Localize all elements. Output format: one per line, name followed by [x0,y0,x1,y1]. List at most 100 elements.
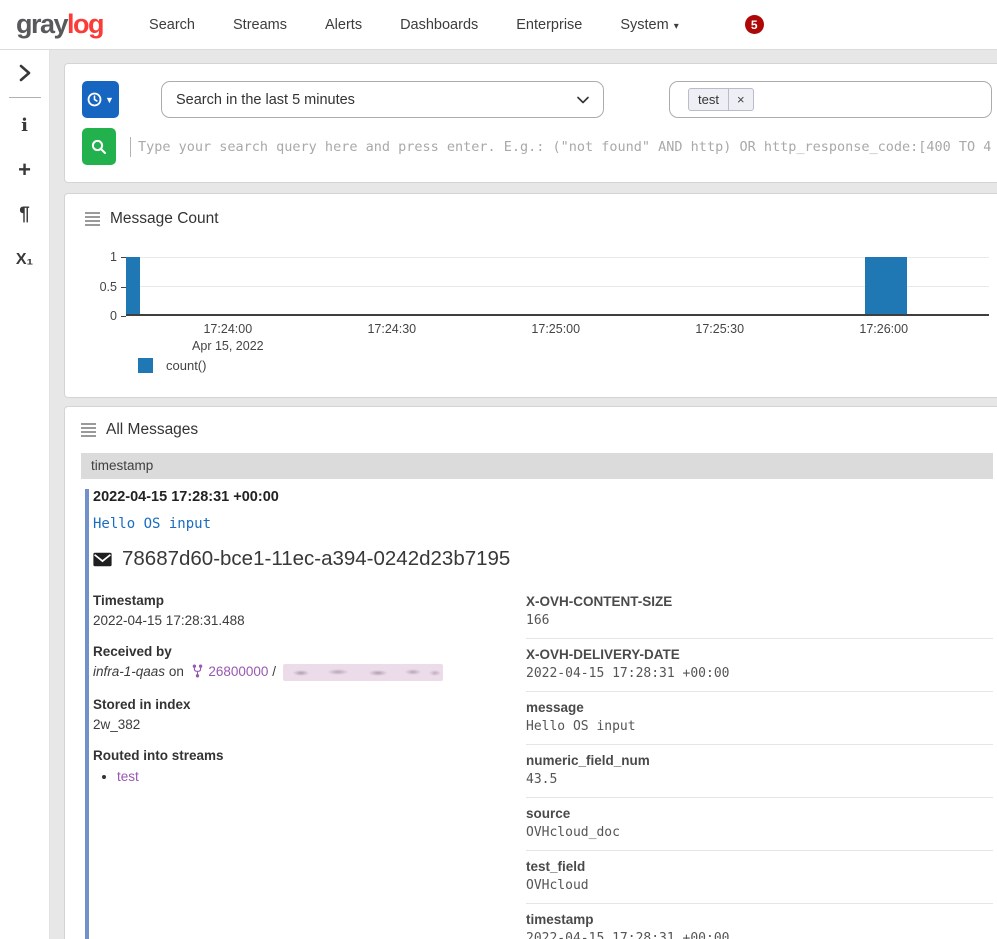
sidebar-expand-button[interactable] [8,56,42,90]
timerange-select[interactable]: Search in the last 5 minutes [161,81,604,118]
code-fork-icon [192,664,203,681]
detail-value: 2022-04-15 17:28:31.488 [93,613,502,628]
chevron-down-icon [577,96,589,104]
envelope-icon [93,552,112,567]
main-content: ▼ Search in the last 5 minutes test × [64,50,997,939]
field-block: X-OVH-DELIVERY-DATE 2022-04-15 17:28:31 +… [526,639,993,692]
chip-remove-icon[interactable]: × [729,89,753,110]
node-name: infra-1-qaas [93,664,165,679]
stream-link-test[interactable]: test [117,769,139,784]
input-link[interactable]: 26800000 [208,664,268,679]
left-sidebar: i + ¶ X₁ [0,50,50,939]
stream-filter-chip[interactable]: test × [688,88,754,111]
top-navbar: graylog Search Streams Alerts Dashboards… [0,0,997,50]
x-axis-tick-label: 17:25:00 [531,322,580,336]
field-value: 2022-04-15 17:28:31 +00:00 [526,666,993,681]
message-timestamp[interactable]: 2022-04-15 17:28:31 +00:00 [93,489,993,505]
nav-item-streams[interactable]: Streams [233,17,287,33]
chart-plot-area [126,257,989,316]
field-value: 2022-04-15 17:28:31 +00:00 [526,931,993,939]
query-input-wrap [130,137,992,157]
detail-label: Timestamp [93,593,502,608]
y-axis-tick-mark [121,316,126,317]
nav-item-enterprise[interactable]: Enterprise [516,17,582,33]
y-axis-tick-label: 1 [110,250,117,264]
nav-item-system-label: System [620,17,668,33]
search-controls-row: ▼ Search in the last 5 minutes test × [82,81,992,118]
detail-routed-streams: Routed into streams test [93,748,502,784]
chart-y-axis: 10.50 [85,257,126,316]
caret-down-icon: ▼ [105,95,114,105]
field-name[interactable]: test_field [526,859,993,874]
y-gridline [126,257,989,258]
chart-x-axis: 17:24:00Apr 15, 202217:24:3017:25:0017:2… [126,322,989,362]
field-name[interactable]: message [526,700,993,715]
drag-handle-icon[interactable] [81,423,96,437]
received-on-word: on [169,664,184,679]
field-name[interactable]: source [526,806,993,821]
field-value: 43.5 [526,772,993,787]
field-value: OVHcloud [526,878,993,893]
drag-handle-icon[interactable] [85,212,100,226]
message-details: Timestamp 2022-04-15 17:28:31.488 Receiv… [93,593,993,939]
x-axis-line [126,314,989,316]
message-id: 78687d60-bce1-11ec-a394-0242d23b7195 [122,547,510,571]
message-row[interactable]: 2022-04-15 17:28:31 +00:00 Hello OS inpu… [85,489,993,939]
info-icon: i [21,115,28,136]
field-block: source OVHcloud_doc [526,798,993,851]
nav-item-system[interactable]: System▾ [620,17,678,33]
x-axis-tick-label: 17:25:30 [695,322,744,336]
graylog-logo[interactable]: graylog [16,9,103,40]
x-axis-tick-label: 17:24:30 [367,322,416,336]
slash-separator: / [272,664,276,679]
messages-table-header-timestamp[interactable]: timestamp [81,453,993,479]
logo-text-log: log [67,9,103,39]
detail-received-by: Received by infra-1-qaas on 26800000 / [93,644,502,681]
search-query-input[interactable] [138,139,992,155]
field-name[interactable]: X-OVH-CONTENT-SIZE [526,594,993,609]
formatting-button[interactable]: ¶ [8,198,42,232]
timerange-selected-value: Search in the last 5 minutes [176,92,355,108]
stream-list-item: test [117,769,502,784]
nav-item-alerts[interactable]: Alerts [325,17,362,33]
detail-timestamp: Timestamp 2022-04-15 17:28:31.488 [93,593,502,628]
detail-value: 2w_382 [93,717,502,732]
field-block: messageHello OS input [526,692,993,745]
widget-title: Message Count [110,210,219,228]
widget-title-row: Message Count [85,210,989,228]
detail-label: Received by [93,644,502,659]
detail-stored-index: Stored in index 2w_382 [93,697,502,732]
notification-badge[interactable]: 5 [745,15,764,34]
nav-item-search[interactable]: Search [149,17,195,33]
detail-label: Routed into streams [93,748,502,763]
search-submit-button[interactable] [82,128,116,165]
chevron-right-icon [18,64,32,82]
field-name[interactable]: X-OVH-DELIVERY-DATE [526,647,993,662]
all-messages-widget: All Messages timestamp 2022-04-15 17:28:… [64,406,997,939]
y-axis-tick-label: 0.5 [100,280,117,294]
clock-icon [87,92,102,107]
message-id-row[interactable]: 78687d60-bce1-11ec-a394-0242d23b7195 [93,547,993,571]
field-value: OVHcloud_doc [526,825,993,840]
nav-item-dashboards[interactable]: Dashboards [400,17,478,33]
message-details-left: Timestamp 2022-04-15 17:28:31.488 Receiv… [93,593,526,939]
legend-swatch [138,358,153,373]
timerange-dropdown-button[interactable]: ▼ [82,81,119,118]
stream-list: test [117,769,502,784]
subscript-icon: X₁ [16,251,33,269]
field-block: numeric_field_num 43.5 [526,745,993,798]
search-icon [91,139,107,155]
fields-button[interactable]: X₁ [8,243,42,277]
chart-bar[interactable] [865,257,907,316]
stream-filter-input[interactable]: test × [669,81,992,118]
message-summary-link[interactable]: Hello OS input [93,516,993,532]
field-name[interactable]: timestamp [526,912,993,927]
add-widget-button[interactable]: + [8,153,42,187]
legend-label: count() [166,358,206,373]
search-bar-card: ▼ Search in the last 5 minutes test × [64,63,997,183]
field-name[interactable]: numeric_field_num [526,753,993,768]
pilcrow-icon: ¶ [19,204,30,226]
chart-bar[interactable] [126,257,140,316]
x-axis-tick-label: 17:26:00 [859,322,908,336]
info-icon-button[interactable]: i [8,108,42,142]
